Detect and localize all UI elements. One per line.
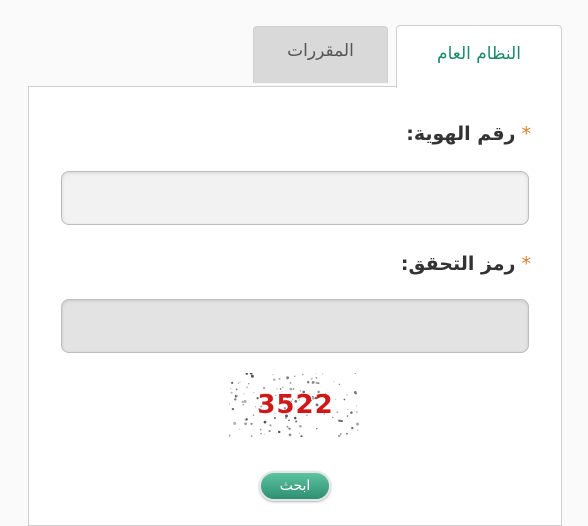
tab-label: النظام العام xyxy=(437,44,521,64)
captcha-code: 3522 xyxy=(257,390,334,420)
id-number-label: *رقم الهوية: xyxy=(406,123,531,145)
tab-label: المقررات xyxy=(287,41,354,61)
form-panel: *رقم الهوية: *رمز التحقق: 3522 ابحث xyxy=(28,86,562,526)
id-number-label-text: رقم الهوية: xyxy=(406,123,516,145)
captcha-image: 3522 xyxy=(229,373,362,437)
search-button[interactable]: ابحث xyxy=(259,471,331,501)
id-number-field[interactable] xyxy=(61,171,529,225)
verification-code-label-text: رمز التحقق: xyxy=(400,253,516,275)
tab-general-system[interactable]: النظام العام xyxy=(396,25,562,88)
tab-bar: النظام العام المقررات xyxy=(0,25,588,88)
required-marker: * xyxy=(521,123,532,145)
required-marker: * xyxy=(521,253,532,275)
search-button-label: ابحث xyxy=(279,478,311,494)
verification-code-field[interactable] xyxy=(61,299,529,353)
verification-code-label: *رمز التحقق: xyxy=(401,253,531,275)
tab-courses[interactable]: المقررات xyxy=(253,26,388,83)
